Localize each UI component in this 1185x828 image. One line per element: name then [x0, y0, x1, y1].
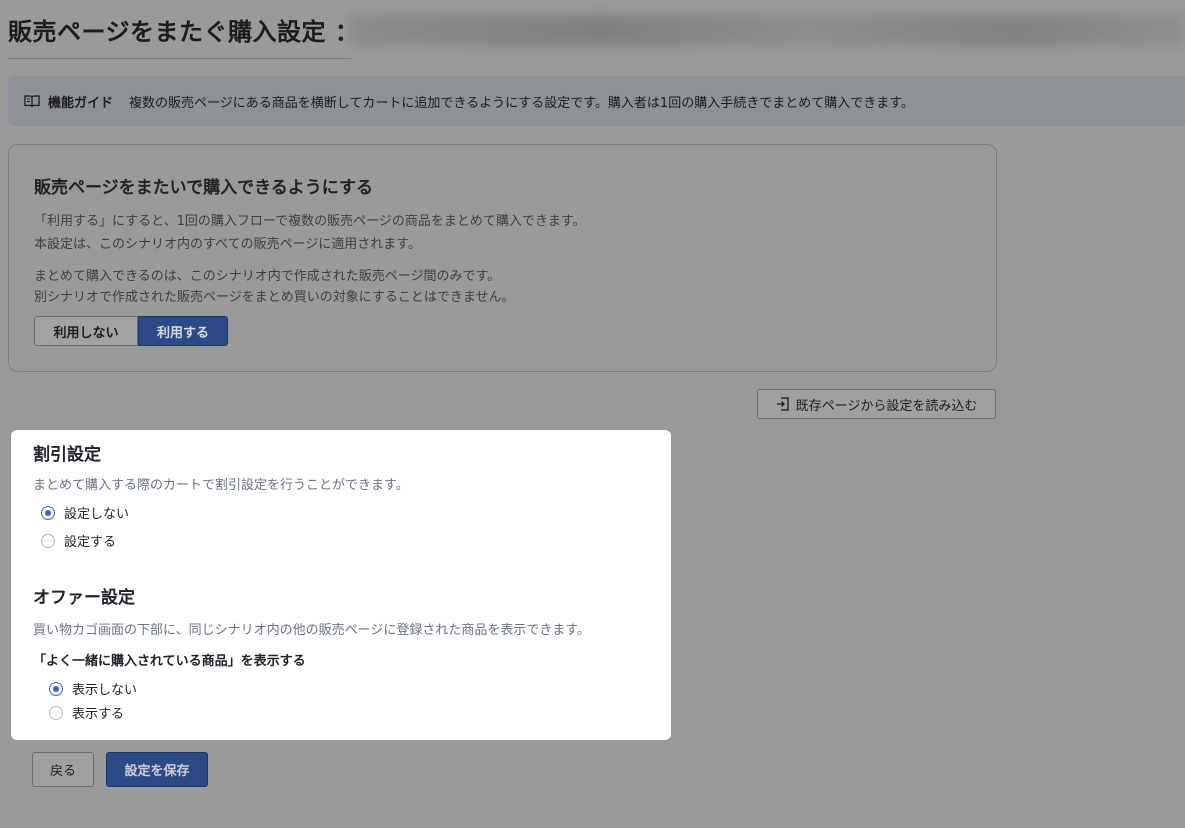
discount-option-none-label: 設定しない	[64, 507, 130, 522]
page-title: 販売ページをまたぐ購入設定 ：	[8, 18, 360, 46]
offer-heading: オファー設定	[33, 588, 135, 608]
settings-panel: 割引設定 まとめて購入する際のカートで割引設定を行うことができます。 設定しない…	[11, 430, 671, 740]
discount-option-none[interactable]: 設定しない	[41, 503, 129, 522]
guide-text: 複数の販売ページにある商品を横断してカートに追加できるようにする設定です。購入者…	[129, 95, 914, 111]
option-not-use-button[interactable]: 利用しない	[34, 316, 138, 346]
guide-label: 機能ガイド	[48, 95, 114, 111]
feature-guide-banner: 機能ガイド 複数の販売ページにある商品を横断してカートに追加できるようにする設定…	[8, 76, 1185, 126]
radio-unchecked-icon[interactable]	[49, 705, 63, 720]
offer-desc: 買い物カゴ画面の下部に、同じシナリオ内の他の販売ページに登録された商品を表示でき…	[33, 623, 591, 638]
cross-purchase-desc-4: 別シナリオで作成された販売ページをまとめ買いの対象にすることはできません。	[34, 290, 515, 305]
offer-option-hide[interactable]: 表示しない	[49, 679, 137, 698]
import-icon	[776, 397, 790, 411]
cross-purchase-desc-2: 本設定は、このシナリオ内のすべての販売ページに適用されます。	[34, 237, 422, 252]
book-open-icon	[24, 94, 40, 108]
save-settings-button[interactable]: 設定を保存	[106, 752, 208, 787]
radio-checked-icon[interactable]	[49, 681, 63, 696]
cross-purchase-desc-1: 「利用する」にすると、1回の購入フローで複数の販売ページの商品をまとめて購入でき…	[34, 214, 586, 229]
discount-option-set-label: 設定する	[64, 535, 117, 550]
radio-checked-icon[interactable]	[41, 505, 55, 520]
offer-option-show[interactable]: 表示する	[49, 703, 124, 722]
discount-option-set[interactable]: 設定する	[41, 531, 116, 550]
discount-desc: まとめて購入する際のカートで割引設定を行うことができます。	[33, 478, 409, 493]
discount-heading: 割引設定	[33, 445, 101, 465]
offer-sub-label: 「よく一緒に購入されている商品」を表示する	[33, 654, 306, 669]
offer-option-hide-label: 表示しない	[72, 683, 138, 698]
radio-unchecked-icon[interactable]	[41, 533, 55, 548]
cross-purchase-desc-3: まとめて購入できるのは、このシナリオ内で作成された販売ページ間のみです。	[34, 269, 501, 284]
back-button[interactable]: 戻る	[32, 752, 94, 787]
redacted-scenario-name	[350, 14, 1185, 46]
use-toggle-group: 利用しない 利用する	[34, 316, 228, 346]
load-button-label: 既存ページから設定を読み込む	[795, 398, 978, 414]
option-use-button[interactable]: 利用する	[138, 316, 228, 346]
cross-purchase-card: 販売ページをまたいで購入できるようにする 「利用する」にすると、1回の購入フロー…	[8, 144, 997, 372]
cross-purchase-heading: 販売ページをまたいで購入できるようにする	[34, 178, 373, 198]
offer-option-show-label: 表示する	[72, 707, 125, 722]
load-from-existing-button[interactable]: 既存ページから設定を読み込む	[757, 389, 996, 419]
title-divider	[8, 58, 351, 59]
